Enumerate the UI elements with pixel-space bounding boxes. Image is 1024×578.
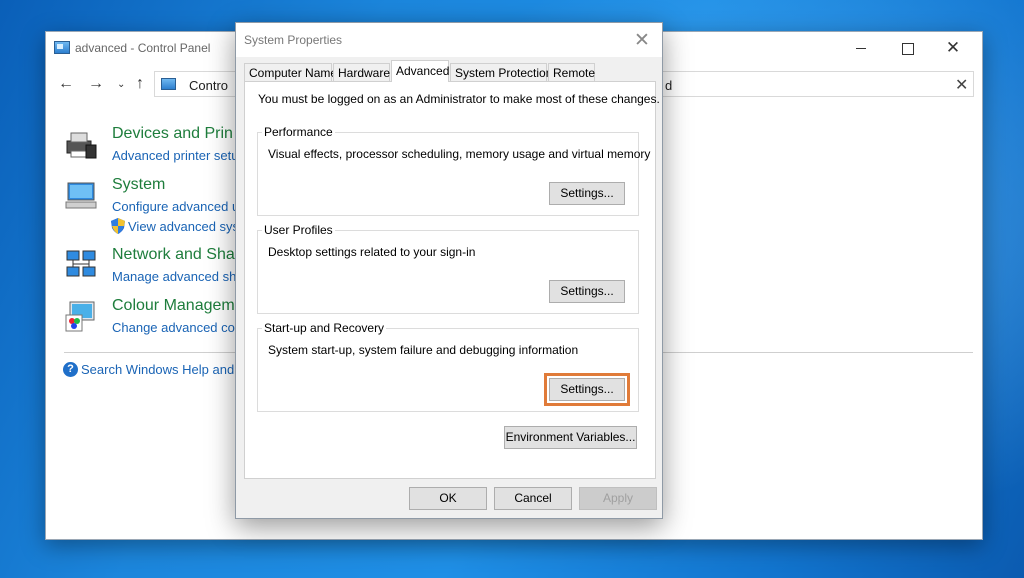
- change-advanced-colour-link[interactable]: Change advanced colo: [112, 320, 245, 335]
- performance-group: Performance Visual effects, processor sc…: [257, 125, 650, 216]
- chevron-down-icon[interactable]: ⌄: [117, 79, 125, 90]
- close-icon[interactable]: ✕: [634, 29, 650, 52]
- tab-remote[interactable]: Remote: [548, 63, 595, 82]
- up-arrow-icon[interactable]: ↑: [136, 75, 144, 93]
- address-text: Contro: [189, 78, 229, 93]
- manage-advanced-sharing-link[interactable]: Manage advanced sha: [112, 269, 244, 284]
- performance-settings-button[interactable]: Settings...: [549, 182, 625, 205]
- computer-icon: [65, 182, 97, 209]
- performance-description: Visual effects, processor scheduling, me…: [268, 147, 651, 161]
- startup-recovery-description: System start-up, system failure and debu…: [268, 343, 579, 357]
- user-profiles-group: User Profiles Desktop settings related t…: [257, 223, 639, 314]
- advanced-tab-panel: You must be logged on as an Administrato…: [244, 81, 660, 479]
- tab-computer-name[interactable]: Computer Name: [244, 63, 337, 82]
- maximize-button[interactable]: [884, 37, 930, 59]
- tab-advanced[interactable]: Advanced: [391, 60, 449, 82]
- environment-variables-button[interactable]: Environment Variables...: [504, 426, 637, 449]
- ok-button[interactable]: OK: [409, 487, 487, 510]
- system-properties-dialog: System Properties ✕ Computer Name Hardwa…: [235, 22, 663, 519]
- performance-label: Performance: [262, 125, 335, 139]
- forward-arrow-icon[interactable]: →: [88, 75, 104, 93]
- view-advanced-system-link[interactable]: View advanced syst: [128, 219, 243, 234]
- help-row: ? Search Windows Help and S: [63, 362, 246, 378]
- printer-icon: [66, 132, 97, 159]
- user-profiles-description: Desktop settings related to your sign-in: [268, 245, 476, 259]
- user-profiles-label: User Profiles: [262, 223, 335, 237]
- devices-printers-title[interactable]: Devices and Prin: [112, 125, 233, 143]
- apply-button[interactable]: Apply: [579, 487, 657, 510]
- search-text: d: [665, 78, 673, 93]
- advanced-printer-setup-link[interactable]: Advanced printer setup: [112, 148, 246, 163]
- startup-recovery-group: Start-up and Recovery System start-up, s…: [257, 321, 639, 412]
- back-arrow-icon[interactable]: ←: [58, 75, 74, 93]
- configure-advanced-link[interactable]: Configure advanced us: [112, 199, 246, 214]
- close-icon[interactable]: ✕: [930, 37, 976, 59]
- control-panel-small-icon: [161, 78, 176, 90]
- dialog-titlebar: System Properties ✕: [236, 23, 662, 57]
- tab-system-protection[interactable]: System Protection: [450, 63, 552, 82]
- network-sharing-title[interactable]: Network and Sha: [112, 246, 235, 264]
- search-windows-help-link[interactable]: Search Windows Help and S: [81, 362, 246, 377]
- control-panel-icon: [54, 41, 70, 54]
- startup-recovery-label: Start-up and Recovery: [262, 321, 387, 335]
- administrator-note: You must be logged on as an Administrato…: [258, 92, 660, 106]
- dialog-title: System Properties: [244, 33, 343, 47]
- help-icon: ?: [63, 362, 78, 378]
- shield-icon: [111, 218, 125, 234]
- startup-recovery-settings-button[interactable]: Settings...: [544, 373, 630, 406]
- colour-management-title[interactable]: Colour Managem: [112, 297, 235, 315]
- tab-hardware[interactable]: Hardware: [333, 63, 390, 82]
- colour-management-icon: [65, 301, 95, 332]
- network-icon: [66, 250, 96, 277]
- cancel-button[interactable]: Cancel: [494, 487, 572, 510]
- control-panel-title: advanced - Control Panel: [75, 41, 211, 55]
- minimize-button[interactable]: [838, 37, 884, 59]
- system-title[interactable]: System: [112, 176, 165, 194]
- clear-search-icon[interactable]: ✕: [955, 75, 968, 95]
- user-profiles-settings-button[interactable]: Settings...: [549, 280, 625, 303]
